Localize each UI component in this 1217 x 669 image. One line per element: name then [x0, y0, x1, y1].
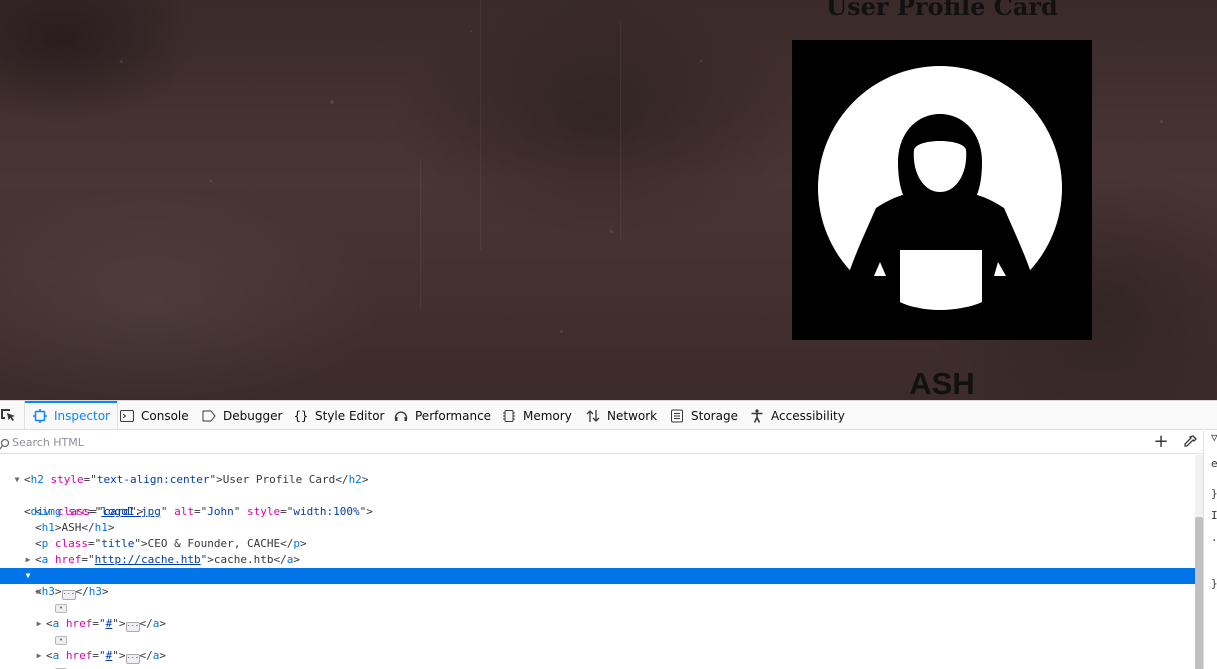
texture-speck — [330, 100, 334, 104]
expand-triangle-icon[interactable]: ▶ — [23, 552, 33, 568]
search-html-input[interactable] — [12, 433, 1132, 451]
hooded-figure-icon — [818, 66, 1062, 310]
tab-label: Memory — [523, 408, 572, 423]
expand-triangle-icon[interactable]: ▶ — [34, 648, 44, 664]
search-html-bar: + — [0, 431, 1203, 454]
tab-network[interactable]: Network — [585, 401, 657, 430]
console-icon — [119, 408, 135, 424]
search-icon — [0, 435, 10, 454]
markup-node[interactable]: <h2 style="text-align:center">User Profi… — [0, 456, 1195, 486]
texture-speck — [560, 330, 563, 333]
accessibility-icon — [749, 408, 765, 424]
markup-scrollbar[interactable] — [1195, 455, 1203, 669]
tab-performance[interactable]: Performance — [393, 401, 491, 430]
tab-label: Console — [141, 408, 189, 423]
devtools-tabbar: Inspector Console Debugger {} Style Edit… — [0, 401, 1217, 430]
style-editor-icon: {} — [293, 408, 309, 423]
tab-accessibility[interactable]: Accessibility — [749, 401, 845, 430]
rule-fragment: I — [1211, 509, 1217, 522]
performance-icon — [393, 408, 409, 424]
markup-node[interactable]: ▼ <div class="card"> — [0, 472, 1195, 518]
event-badge-icon[interactable]: • — [55, 636, 67, 645]
texture-speck — [610, 230, 613, 233]
network-icon — [585, 408, 601, 424]
storage-icon — [669, 408, 685, 424]
markup-node-selected[interactable]: ▼ <div style="margin: 24px 0;"> — [0, 568, 1195, 614]
devtools-panel: Inspector Console Debugger {} Style Edit… — [0, 400, 1217, 669]
tab-label: Accessibility — [771, 408, 845, 423]
texture-speck — [210, 180, 212, 182]
eyedropper-icon[interactable] — [1182, 434, 1198, 450]
tab-label: Style Editor — [315, 408, 385, 423]
tab-memory[interactable]: Memory — [501, 401, 572, 430]
collapse-triangle-icon[interactable]: ▼ — [23, 568, 33, 584]
tab-inspector[interactable]: Inspector — [24, 401, 118, 430]
texture-scratch — [420, 160, 421, 310]
markup-node[interactable]: <h1>ASH</h1> — [0, 504, 1195, 534]
texture-speck — [700, 60, 702, 62]
tab-debugger[interactable]: Debugger — [201, 401, 282, 430]
tab-label: Inspector — [54, 408, 110, 423]
markup-node[interactable]: ▶ <a href="#">···</a> — [0, 648, 1195, 664]
filter-icon[interactable]: ▽ — [1211, 431, 1217, 444]
rule-fragment: } — [1211, 487, 1217, 500]
tab-label: Performance — [415, 408, 492, 423]
add-node-button[interactable]: + — [1153, 433, 1169, 451]
markup-node[interactable]: ▶ <h3>···</h3> — [0, 552, 1195, 600]
texture-speck — [120, 60, 123, 63]
rule-fragment: . — [1211, 531, 1217, 544]
tab-storage[interactable]: Storage — [669, 401, 738, 430]
tab-console[interactable]: Console — [119, 401, 189, 430]
markup-tree: <h2 style="text-align:center">User Profi… — [0, 455, 1195, 669]
markup-node[interactable]: ▶ <a href="#">···</a> — [0, 584, 1195, 632]
tab-label: Storage — [691, 408, 738, 423]
texture-speck — [1160, 120, 1163, 123]
expand-triangle-icon[interactable]: ▶ — [34, 616, 44, 632]
texture-speck — [470, 30, 472, 32]
element-picker-icon[interactable] — [0, 406, 18, 424]
profile-name: ASH — [909, 366, 975, 400]
markup-node[interactable]: <p class="title">CEO & Founder, CACHE</p… — [0, 520, 1195, 550]
markup-node[interactable]: ▶ <a href="#">···</a> — [0, 616, 1195, 664]
debugger-icon — [201, 408, 217, 424]
markup-node[interactable]: <img src="logo1.jpg" alt="John" style="w… — [0, 488, 1195, 518]
memory-icon — [501, 408, 517, 424]
expand-triangle-icon[interactable]: ▶ — [34, 584, 44, 600]
texture-scratch — [620, 20, 621, 240]
rules-sidepanel: ▽ e } I . } — [1204, 431, 1217, 669]
rule-fragment: } — [1211, 577, 1217, 590]
tab-label: Network — [607, 408, 658, 423]
tab-label: Debugger — [223, 408, 283, 423]
inspector-icon — [32, 408, 48, 424]
collapse-triangle-icon[interactable]: ▼ — [12, 472, 22, 488]
profile-avatar — [792, 40, 1092, 340]
texture-scratch — [480, 0, 481, 250]
page-viewport: User Profile Card ASH — [0, 0, 1217, 400]
tab-style-editor[interactable]: {} Style Editor — [293, 401, 385, 430]
event-badge-icon[interactable]: • — [55, 604, 67, 613]
scrollbar-thumb[interactable] — [1195, 517, 1203, 669]
markup-node[interactable]: <a href="http://cache.htb">cache.htb</a> — [0, 536, 1195, 566]
page-heading: User Profile Card — [826, 0, 1058, 21]
rule-fragment: e — [1211, 457, 1217, 470]
